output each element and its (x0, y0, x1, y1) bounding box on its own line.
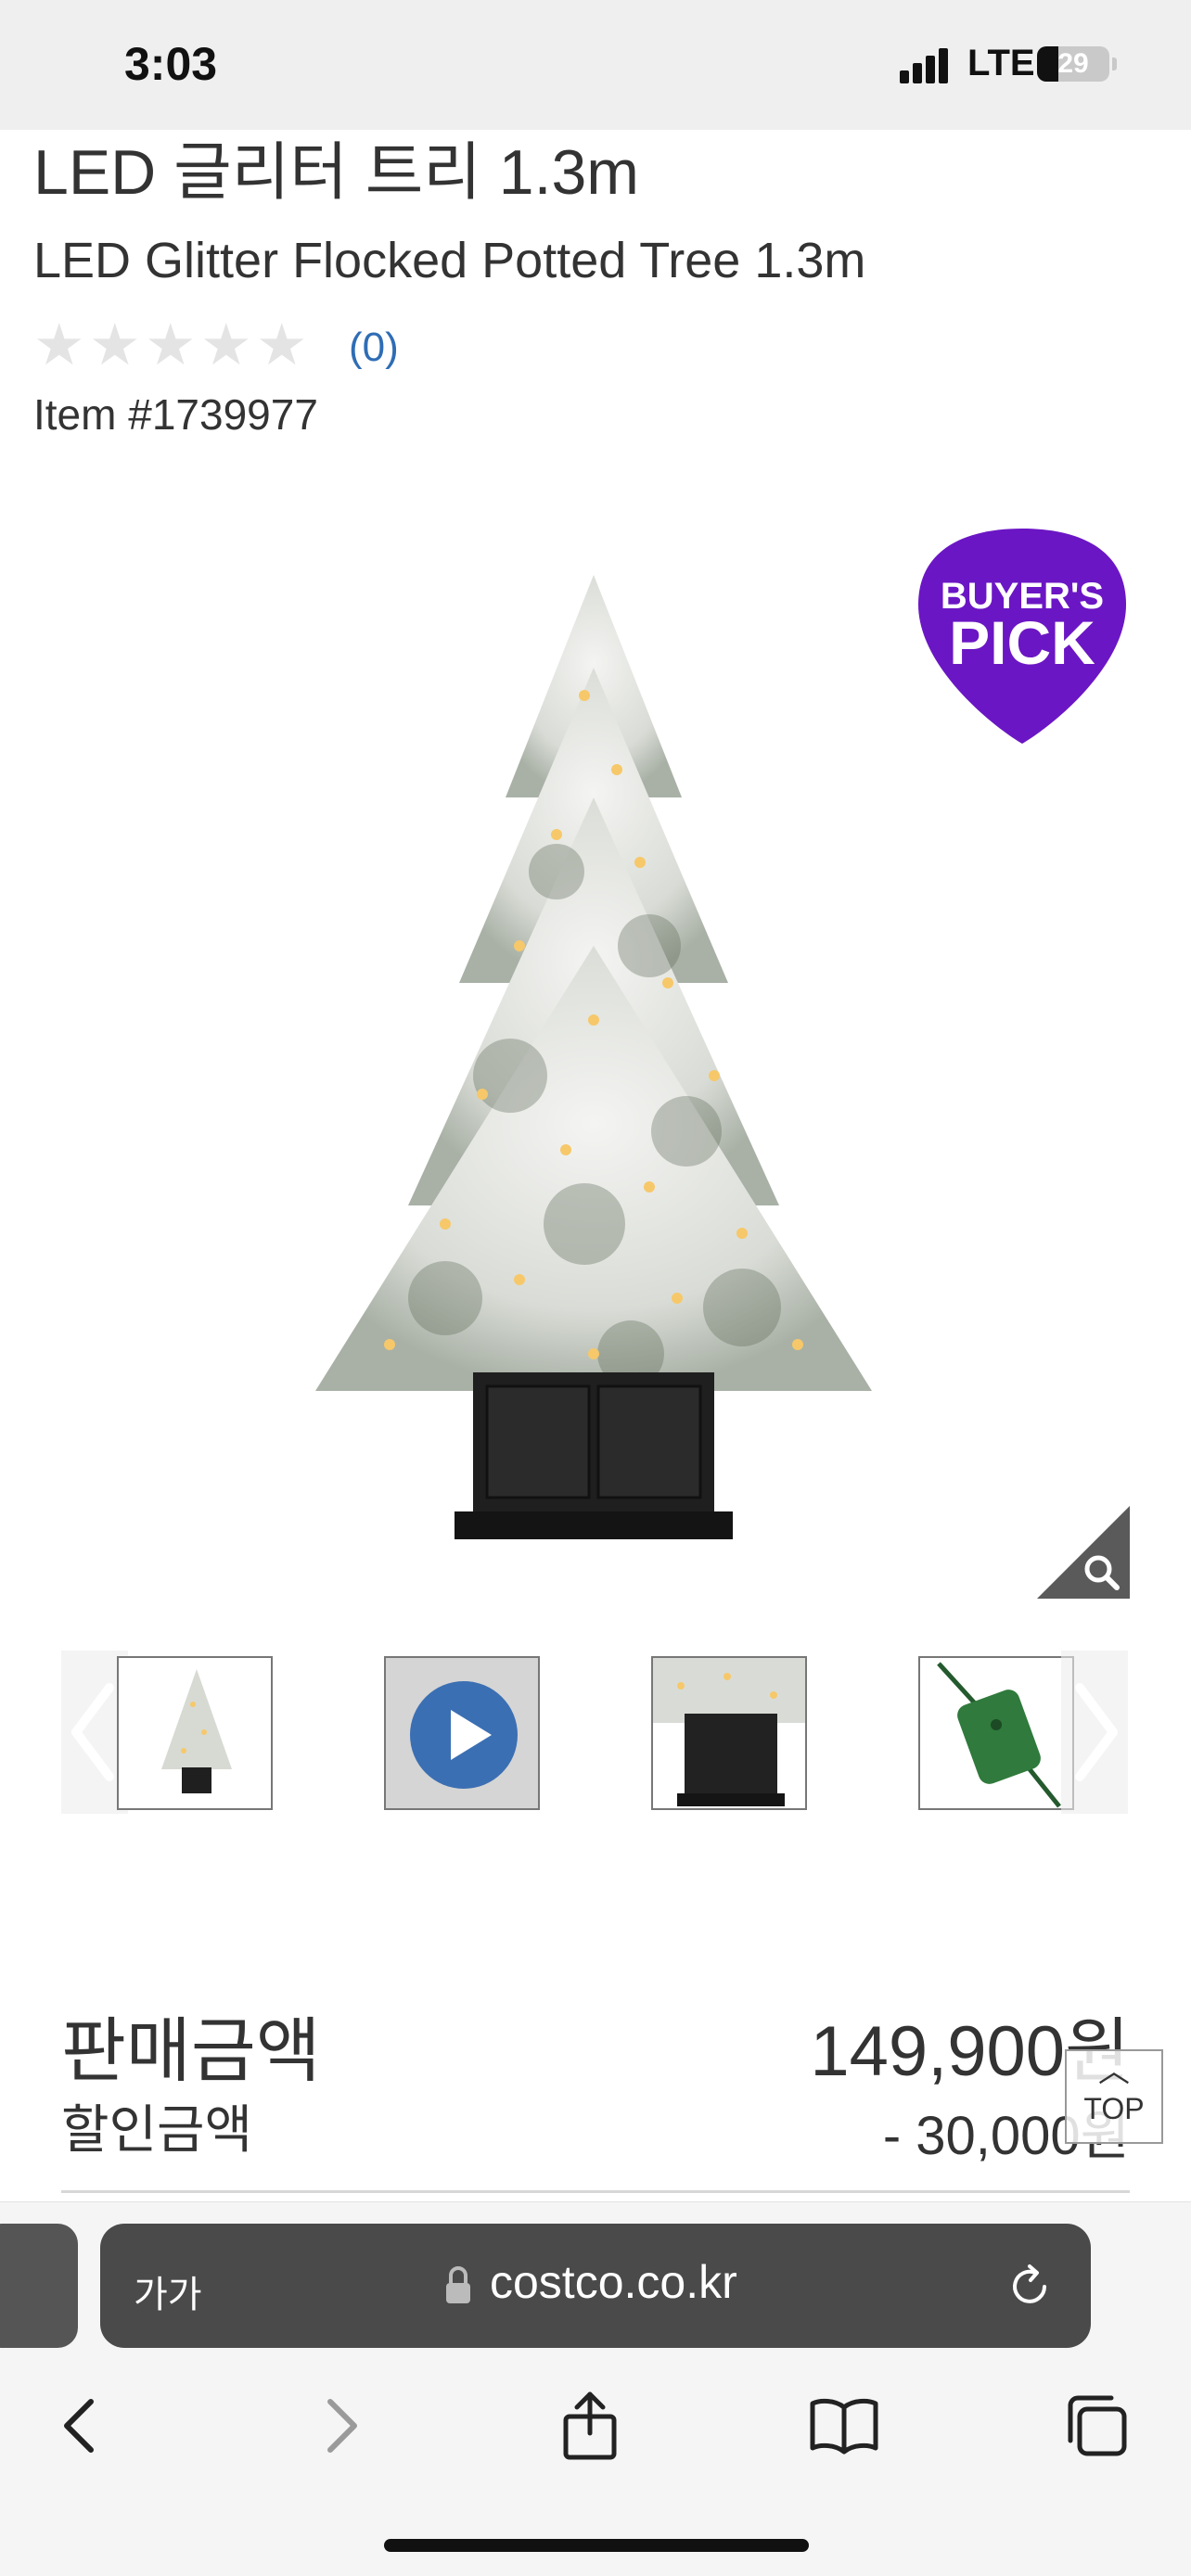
product-title-korean: LED 글리터 트리 1.3m (33, 137, 639, 208)
battery-icon: 29 (1037, 46, 1109, 82)
chevron-up-icon: ︿ (1098, 2054, 1130, 2089)
rating-stars[interactable]: ★ ★ ★ ★ ★ (33, 313, 310, 377)
review-count-link[interactable]: (0) (349, 325, 399, 371)
thumbnail-carousel (61, 1651, 1128, 1814)
back-icon[interactable] (45, 2389, 119, 2463)
status-time: 3:03 (124, 38, 218, 90)
share-icon[interactable] (553, 2389, 627, 2463)
remote-photo-icon (937, 1662, 1061, 1808)
thumbnail-controller[interactable] (918, 1656, 1074, 1810)
thumbnail-video[interactable] (384, 1656, 540, 1810)
product-main-image[interactable] (278, 556, 909, 1576)
bookmarks-icon[interactable] (807, 2389, 881, 2463)
zoom-button[interactable] (1037, 1506, 1130, 1599)
top-button-label: TOP (1083, 2092, 1145, 2125)
text-size-button[interactable]: 가가 (134, 2264, 202, 2318)
thumbnail-pot-closeup[interactable] (651, 1656, 807, 1810)
star-icon: ★ (89, 313, 141, 377)
play-icon (410, 1681, 518, 1789)
home-indicator (384, 2539, 809, 2552)
thumbnail-tree[interactable] (117, 1656, 273, 1810)
lock-icon (446, 2266, 470, 2303)
url-text: costco.co.kr (490, 2256, 737, 2308)
item-number: Item #1739977 (33, 390, 318, 439)
battery-level: 29 (1057, 48, 1089, 79)
star-icon: ★ (33, 313, 85, 377)
carousel-next-icon[interactable] (1061, 1651, 1128, 1814)
forward-icon[interactable] (302, 2389, 377, 2463)
tabs-icon[interactable] (1059, 2389, 1133, 2463)
discount-label: 할인금액 (61, 2100, 253, 2159)
buyers-pick-badge: BUYER'S PICK (918, 529, 1126, 744)
tree-photo-icon (161, 1669, 232, 1793)
star-icon: ★ (256, 313, 308, 377)
product-title-english: LED Glitter Flocked Potted Tree 1.3m (33, 233, 866, 288)
battery-cap (1112, 57, 1117, 70)
sale-price-label: 판매금액 (61, 2012, 321, 2091)
address-bar[interactable]: 가가 costco.co.kr (100, 2224, 1091, 2348)
pot-photo-icon (653, 1658, 805, 1806)
network-type: LTE (967, 43, 1035, 83)
reload-icon[interactable] (1004, 2261, 1056, 2313)
scroll-to-top-button[interactable]: ︿ TOP (1065, 2049, 1163, 2144)
cellular-signal-icon (900, 48, 955, 83)
star-icon: ★ (145, 313, 197, 377)
previous-tab-preview[interactable] (0, 2224, 78, 2348)
status-bar: 3:03 LTE 29 (0, 0, 1191, 130)
price-divider (61, 2190, 1130, 2193)
badge-line2: PICK (949, 608, 1095, 677)
star-icon: ★ (200, 313, 252, 377)
